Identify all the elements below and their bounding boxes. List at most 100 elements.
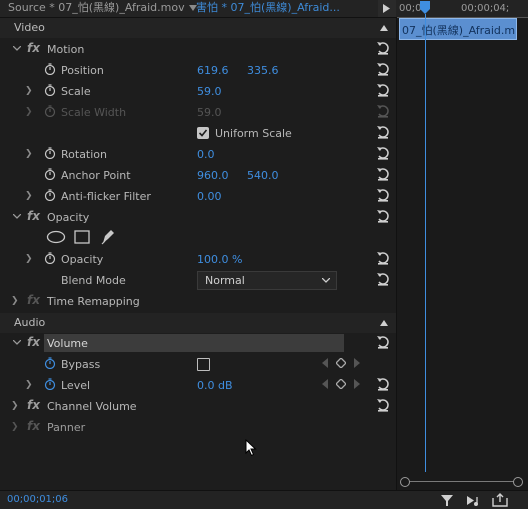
position-x-value[interactable]: 619.6: [197, 60, 229, 81]
prev-keyframe-icon[interactable]: [322, 379, 328, 389]
prev-keyframe-icon[interactable]: [322, 358, 328, 368]
reset-icon[interactable]: [376, 209, 390, 223]
position-label: Position: [61, 64, 104, 77]
add-keyframe-icon[interactable]: [336, 358, 346, 368]
checkmark-icon: [199, 129, 207, 137]
blend-mode-value: Normal: [205, 274, 245, 287]
fx-icon[interactable]: fx: [27, 38, 40, 59]
zoom-handle-left[interactable]: [400, 477, 410, 487]
fx-icon[interactable]: fx: [27, 395, 40, 416]
zoom-track: [406, 481, 516, 482]
anchor-y-value[interactable]: 540.0: [247, 165, 279, 186]
next-keyframe-icon[interactable]: [354, 358, 360, 368]
level-label: Level: [61, 379, 91, 392]
zoom-handle-right[interactable]: [513, 477, 523, 487]
expand-arrow-icon[interactable]: ❯: [25, 375, 33, 396]
audio-section-header: [0, 313, 396, 333]
chevron-down-icon[interactable]: [13, 340, 21, 346]
reset-icon[interactable]: [376, 335, 390, 349]
fx-icon[interactable]: fx: [27, 206, 40, 227]
reset-icon[interactable]: [376, 251, 390, 265]
stopwatch-icon[interactable]: [44, 168, 56, 180]
fx-icon[interactable]: fx: [27, 332, 40, 353]
zoom-scrollbar[interactable]: [400, 477, 524, 487]
reset-icon: [377, 105, 389, 118]
expand-arrow-icon[interactable]: ❯: [11, 396, 19, 417]
reset-icon[interactable]: [376, 146, 390, 160]
timeline-clip[interactable]: 07_怕(黑線)_Afraid.m: [399, 18, 517, 40]
reset-icon[interactable]: [376, 398, 390, 412]
expand-arrow-icon[interactable]: ❯: [25, 249, 33, 270]
blend-mode-label: Blend Mode: [61, 274, 126, 287]
filter-icon[interactable]: [440, 494, 454, 507]
playhead-line: [425, 14, 426, 472]
reset-icon[interactable]: [376, 83, 390, 97]
reset-icon[interactable]: [376, 272, 390, 286]
fx-icon: fx: [27, 419, 40, 433]
next-keyframe-icon[interactable]: [354, 379, 360, 389]
stopwatch-icon[interactable]: [44, 252, 56, 264]
collapse-up-icon[interactable]: [380, 320, 388, 326]
current-timecode[interactable]: 00;00;01;06: [7, 493, 68, 507]
chevron-down-icon[interactable]: [13, 46, 21, 52]
uniform-scale-checkbox[interactable]: [197, 127, 209, 139]
motion-label: Motion: [47, 43, 85, 56]
play-arrow-icon: [383, 4, 390, 13]
reset-icon[interactable]: [376, 377, 390, 391]
position-y-value[interactable]: 335.6: [247, 60, 279, 81]
stopwatch-icon[interactable]: [44, 63, 56, 75]
rectangle-mask-icon[interactable]: [74, 230, 90, 244]
video-section-header: [0, 18, 396, 38]
chevron-down-icon: [322, 278, 330, 283]
volume-row-highlight[interactable]: [44, 334, 344, 352]
expand-arrow-icon[interactable]: ❯: [25, 81, 33, 102]
stopwatch-icon[interactable]: [44, 84, 56, 96]
blend-mode-select[interactable]: Normal: [197, 271, 337, 290]
tab-source[interactable]: Source * 07_怕(黑線)_Afraid.mov: [8, 0, 188, 17]
expand-arrow-icon: ❯: [25, 107, 33, 117]
tab-effect-controls[interactable]: 害怕 * 07_怕(黑線)_Afraid...: [196, 0, 378, 17]
uniform-scale-label: Uniform Scale: [215, 127, 292, 140]
channel-volume-label: Channel Volume: [47, 400, 137, 413]
scale-value[interactable]: 59.0: [197, 81, 222, 102]
playhead-icon[interactable]: [419, 1, 431, 15]
reset-icon[interactable]: [376, 41, 390, 55]
reset-icon[interactable]: [376, 125, 390, 139]
stopwatch-icon[interactable]: [44, 378, 56, 390]
export-icon[interactable]: [492, 493, 508, 507]
expand-arrow-icon[interactable]: ❯: [11, 417, 19, 438]
opacity-section-label: Opacity: [47, 211, 90, 224]
panner-label: Panner: [47, 421, 86, 434]
expand-arrow-icon[interactable]: ❯: [25, 186, 33, 207]
rotation-value[interactable]: 0.0: [197, 144, 215, 165]
opacity-label: Opacity: [61, 253, 104, 266]
video-section-label: Video: [14, 21, 45, 34]
bypass-checkbox[interactable]: [197, 358, 210, 371]
opacity-value[interactable]: 100.0 %: [197, 249, 242, 270]
level-value[interactable]: 0.0 dB: [197, 375, 233, 396]
expand-arrow-icon[interactable]: ❯: [25, 144, 33, 165]
scale-width-label: Scale Width: [61, 106, 127, 119]
scale-label: Scale: [61, 85, 91, 98]
anchor-x-value[interactable]: 960.0: [197, 165, 229, 186]
fx-icon: fx: [27, 293, 40, 307]
pen-mask-icon[interactable]: [100, 228, 116, 245]
reset-icon[interactable]: [376, 188, 390, 202]
stopwatch-icon[interactable]: [44, 357, 56, 369]
ellipse-mask-icon[interactable]: [46, 230, 66, 244]
reset-icon[interactable]: [376, 62, 390, 76]
collapse-up-icon[interactable]: [380, 25, 388, 31]
reset-icon[interactable]: [376, 167, 390, 181]
chevron-down-icon[interactable]: [13, 214, 21, 220]
rotation-label: Rotation: [61, 148, 108, 161]
anti-flicker-label: Anti-flicker Filter: [61, 190, 151, 203]
anti-flicker-value[interactable]: 0.00: [197, 186, 222, 207]
add-keyframe-icon[interactable]: [336, 379, 346, 389]
anchor-point-label: Anchor Point: [61, 169, 131, 182]
panel-scroll-button[interactable]: [378, 0, 396, 17]
stopwatch-icon[interactable]: [44, 189, 56, 201]
mouse-cursor-icon: [245, 439, 257, 457]
expand-arrow-icon[interactable]: ❯: [11, 291, 19, 312]
stopwatch-icon[interactable]: [44, 147, 56, 159]
play-audio-icon[interactable]: [466, 494, 482, 507]
